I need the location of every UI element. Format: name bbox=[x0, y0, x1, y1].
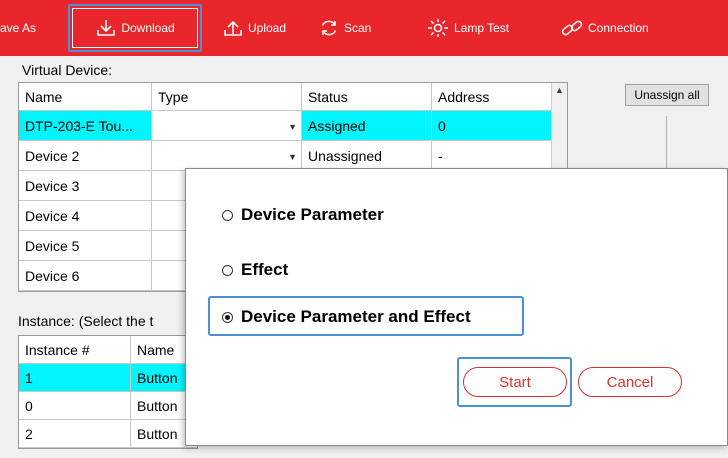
column-header-status[interactable]: Status bbox=[302, 83, 432, 110]
download-button[interactable]: Download bbox=[72, 8, 198, 48]
column-header-instance[interactable]: Instance # bbox=[19, 336, 131, 363]
refresh-icon bbox=[321, 20, 337, 36]
link-icon bbox=[561, 20, 583, 36]
upload-label: Upload bbox=[248, 21, 287, 35]
instance-number: 0 bbox=[19, 392, 131, 419]
scan-button[interactable]: Scan bbox=[318, 0, 371, 56]
save-as-label: ave As bbox=[0, 21, 37, 35]
device-type-select[interactable]: ▼ bbox=[152, 111, 302, 140]
device-name: Device 6 bbox=[19, 261, 152, 290]
download-options-dialog: Device Parameter Effect Device Parameter… bbox=[185, 168, 728, 446]
instance-label: Instance: (Select the t bbox=[18, 313, 154, 329]
table-row[interactable]: Device 2 ▼ Unassigned - bbox=[19, 141, 553, 171]
device-name: Device 4 bbox=[19, 201, 152, 230]
toolbar: ave As Download Upload Scan Lamp Test Co… bbox=[0, 0, 728, 56]
device-type-select[interactable]: ▼ bbox=[152, 141, 302, 170]
column-header-address[interactable]: Address bbox=[432, 83, 553, 110]
lamp-icon bbox=[428, 19, 448, 37]
device-name: DTP-203-E Tou... bbox=[19, 111, 152, 140]
connection-button[interactable]: Connection bbox=[560, 0, 649, 56]
table-row[interactable]: DTP-203-E Tou... ▼ Assigned 0 bbox=[19, 111, 553, 141]
scan-label: Scan bbox=[344, 21, 372, 35]
table-row[interactable]: 1 Button bbox=[19, 364, 197, 392]
option-device-parameter-and-effect[interactable]: Device Parameter and Effect bbox=[222, 307, 471, 327]
option-device-parameter[interactable]: Device Parameter bbox=[222, 205, 384, 225]
virtual-device-label: Virtual Device: bbox=[22, 62, 113, 78]
device-address: 0 bbox=[432, 111, 553, 140]
upload-button[interactable]: Upload bbox=[222, 0, 286, 56]
option-label: Effect bbox=[241, 260, 289, 279]
column-header-type[interactable]: Type bbox=[152, 83, 302, 110]
table-header: Instance # Name bbox=[19, 336, 197, 364]
table-header: Name Type Status Address bbox=[19, 83, 553, 111]
instance-number: 1 bbox=[19, 364, 131, 391]
connection-label: Connection bbox=[588, 21, 649, 35]
lamp-test-label: Lamp Test bbox=[454, 21, 510, 35]
radio-button[interactable] bbox=[222, 209, 233, 221]
table-row[interactable]: 0 Button bbox=[19, 392, 197, 420]
upload-icon bbox=[224, 20, 242, 36]
divider bbox=[666, 116, 667, 176]
device-status: Assigned bbox=[302, 111, 432, 140]
cancel-button[interactable]: Cancel bbox=[578, 367, 682, 397]
dropdown-arrow-icon[interactable]: ▼ bbox=[288, 152, 297, 162]
option-label: Device Parameter bbox=[241, 205, 384, 224]
device-status: Unassigned bbox=[302, 141, 432, 170]
dropdown-arrow-icon[interactable]: ▼ bbox=[288, 122, 297, 132]
save-as-button[interactable]: ave As bbox=[0, 0, 36, 56]
option-effect[interactable]: Effect bbox=[222, 260, 288, 280]
instance-table: Instance # Name 1 Button 0 Button 2 Butt… bbox=[18, 335, 198, 449]
instance-number: 2 bbox=[19, 420, 131, 447]
start-button[interactable]: Start bbox=[463, 367, 567, 397]
column-header-name[interactable]: Name bbox=[19, 83, 152, 110]
option-label: Device Parameter and Effect bbox=[241, 307, 471, 326]
lamp-test-button[interactable]: Lamp Test bbox=[426, 0, 509, 56]
device-address: - bbox=[432, 141, 553, 170]
device-name: Device 2 bbox=[19, 141, 152, 170]
scroll-up-icon[interactable]: ▲ bbox=[555, 85, 564, 95]
table-row[interactable]: 2 Button bbox=[19, 420, 197, 448]
download-label: Download bbox=[121, 21, 175, 35]
download-icon bbox=[97, 20, 116, 36]
device-name: Device 3 bbox=[19, 171, 152, 200]
device-name: Device 5 bbox=[19, 231, 152, 260]
unassign-all-button[interactable]: Unassign all bbox=[625, 84, 709, 106]
radio-button[interactable] bbox=[222, 264, 233, 276]
radio-button-selected[interactable] bbox=[222, 311, 233, 323]
